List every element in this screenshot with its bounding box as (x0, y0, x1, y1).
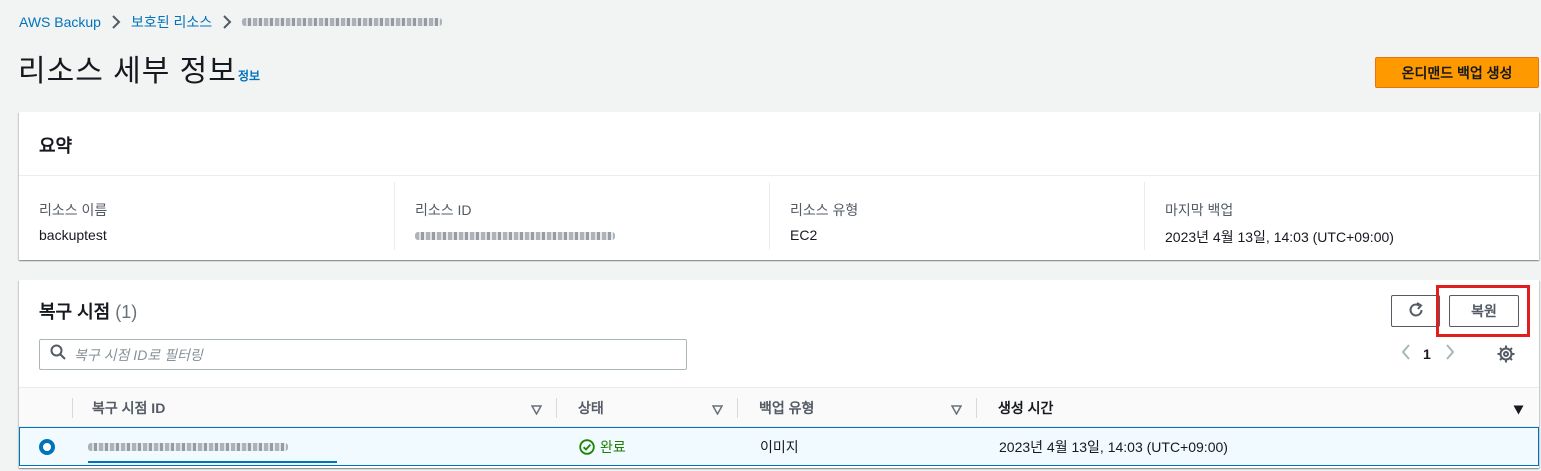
page-number[interactable]: 1 (1423, 346, 1431, 362)
last-backup-value: 2023년 4월 13일, 14:03 (UTC+09:00) (1165, 229, 1394, 245)
status-text: 완료 (600, 438, 626, 455)
chevron-right-icon[interactable] (1445, 344, 1455, 363)
column-divider (976, 398, 977, 418)
row-select-radio[interactable] (39, 439, 55, 455)
recovery-point-id-underline (88, 461, 337, 463)
resource-id-value (415, 227, 769, 243)
resource-type-field: 리소스 유형 EC2 (769, 182, 1144, 250)
filter-input-wrapper (39, 339, 687, 370)
info-link[interactable]: 정보 (238, 67, 260, 84)
resource-type-value: EC2 (790, 227, 818, 243)
column-divider (72, 398, 73, 418)
summary-panel: 요약 리소스 이름 backuptest 리소스 ID 리소스 유형 EC2 마… (19, 112, 1539, 260)
resource-id-field: 리소스 ID (394, 182, 769, 250)
resource-name-field: 리소스 이름 backuptest (19, 182, 394, 250)
check-circle-icon (579, 438, 595, 455)
sort-icon[interactable] (711, 402, 724, 420)
creation-time-cell: 2023년 4월 13일, 14:03 (UTC+09:00) (999, 438, 1228, 455)
pagination: 1 (1401, 344, 1455, 363)
status-cell: 완료 (579, 428, 626, 465)
sort-icon[interactable] (530, 402, 543, 420)
chevron-left-icon[interactable] (1401, 344, 1411, 363)
search-icon (50, 344, 66, 365)
breadcrumb-aws-backup[interactable]: AWS Backup (19, 14, 101, 30)
summary-fields: 리소스 이름 backuptest 리소스 ID 리소스 유형 EC2 마지막 … (19, 176, 1539, 250)
sort-descending-icon[interactable] (1513, 402, 1524, 420)
refresh-icon (1407, 301, 1425, 322)
column-divider (737, 398, 738, 418)
create-on-demand-backup-button[interactable]: 온디맨드 백업 생성 (1375, 57, 1539, 88)
column-divider (556, 398, 557, 418)
restore-button[interactable]: 복원 (1449, 295, 1519, 327)
recovery-point-id-link[interactable] (88, 428, 288, 465)
resource-id-label: 리소스 ID (415, 202, 472, 218)
summary-title: 요약 (19, 112, 1539, 176)
refresh-button[interactable] (1391, 295, 1440, 327)
last-backup-label: 마지막 백업 (1165, 202, 1234, 218)
table-row[interactable]: 완료 이미지 2023년 4월 13일, 14:03 (UTC+09:00) (19, 427, 1539, 466)
recovery-points-panel: 복구 시점 (1) 복원 1 복구 시점 ID (19, 280, 1539, 468)
recovery-points-count: (1) (115, 302, 138, 322)
chevron-right-icon (111, 15, 121, 29)
backup-type-cell: 이미지 (760, 438, 799, 455)
breadcrumb: AWS Backup 보호된 리소스 (19, 12, 443, 32)
column-header-backup-type[interactable]: 백업 유형 (759, 388, 814, 428)
column-header-recovery-point-id[interactable]: 복구 시점 ID (92, 388, 165, 428)
resource-name-label: 리소스 이름 (39, 202, 108, 218)
gear-icon[interactable] (1497, 345, 1515, 368)
filter-input[interactable] (74, 346, 654, 363)
recovery-points-title: 복구 시점 (1) (39, 298, 137, 324)
column-header-creation-time[interactable]: 생성 시간 (998, 388, 1053, 428)
table-header: 복구 시점 ID 상태 백업 유형 생성 시간 (19, 387, 1539, 427)
resource-type-label: 리소스 유형 (790, 202, 859, 218)
recovery-points-title-text: 복구 시점 (39, 302, 111, 322)
page-title: 리소스 세부 정보 (18, 55, 237, 88)
chevron-right-icon (222, 15, 232, 29)
last-backup-field: 마지막 백업 2023년 4월 13일, 14:03 (UTC+09:00) (1144, 182, 1519, 250)
breadcrumb-protected-resources[interactable]: 보호된 리소스 (131, 12, 212, 32)
sort-icon[interactable] (950, 402, 963, 420)
column-header-status[interactable]: 상태 (578, 388, 604, 428)
resource-name-value: backuptest (39, 227, 107, 243)
breadcrumb-resource-arn-redacted (242, 18, 443, 26)
